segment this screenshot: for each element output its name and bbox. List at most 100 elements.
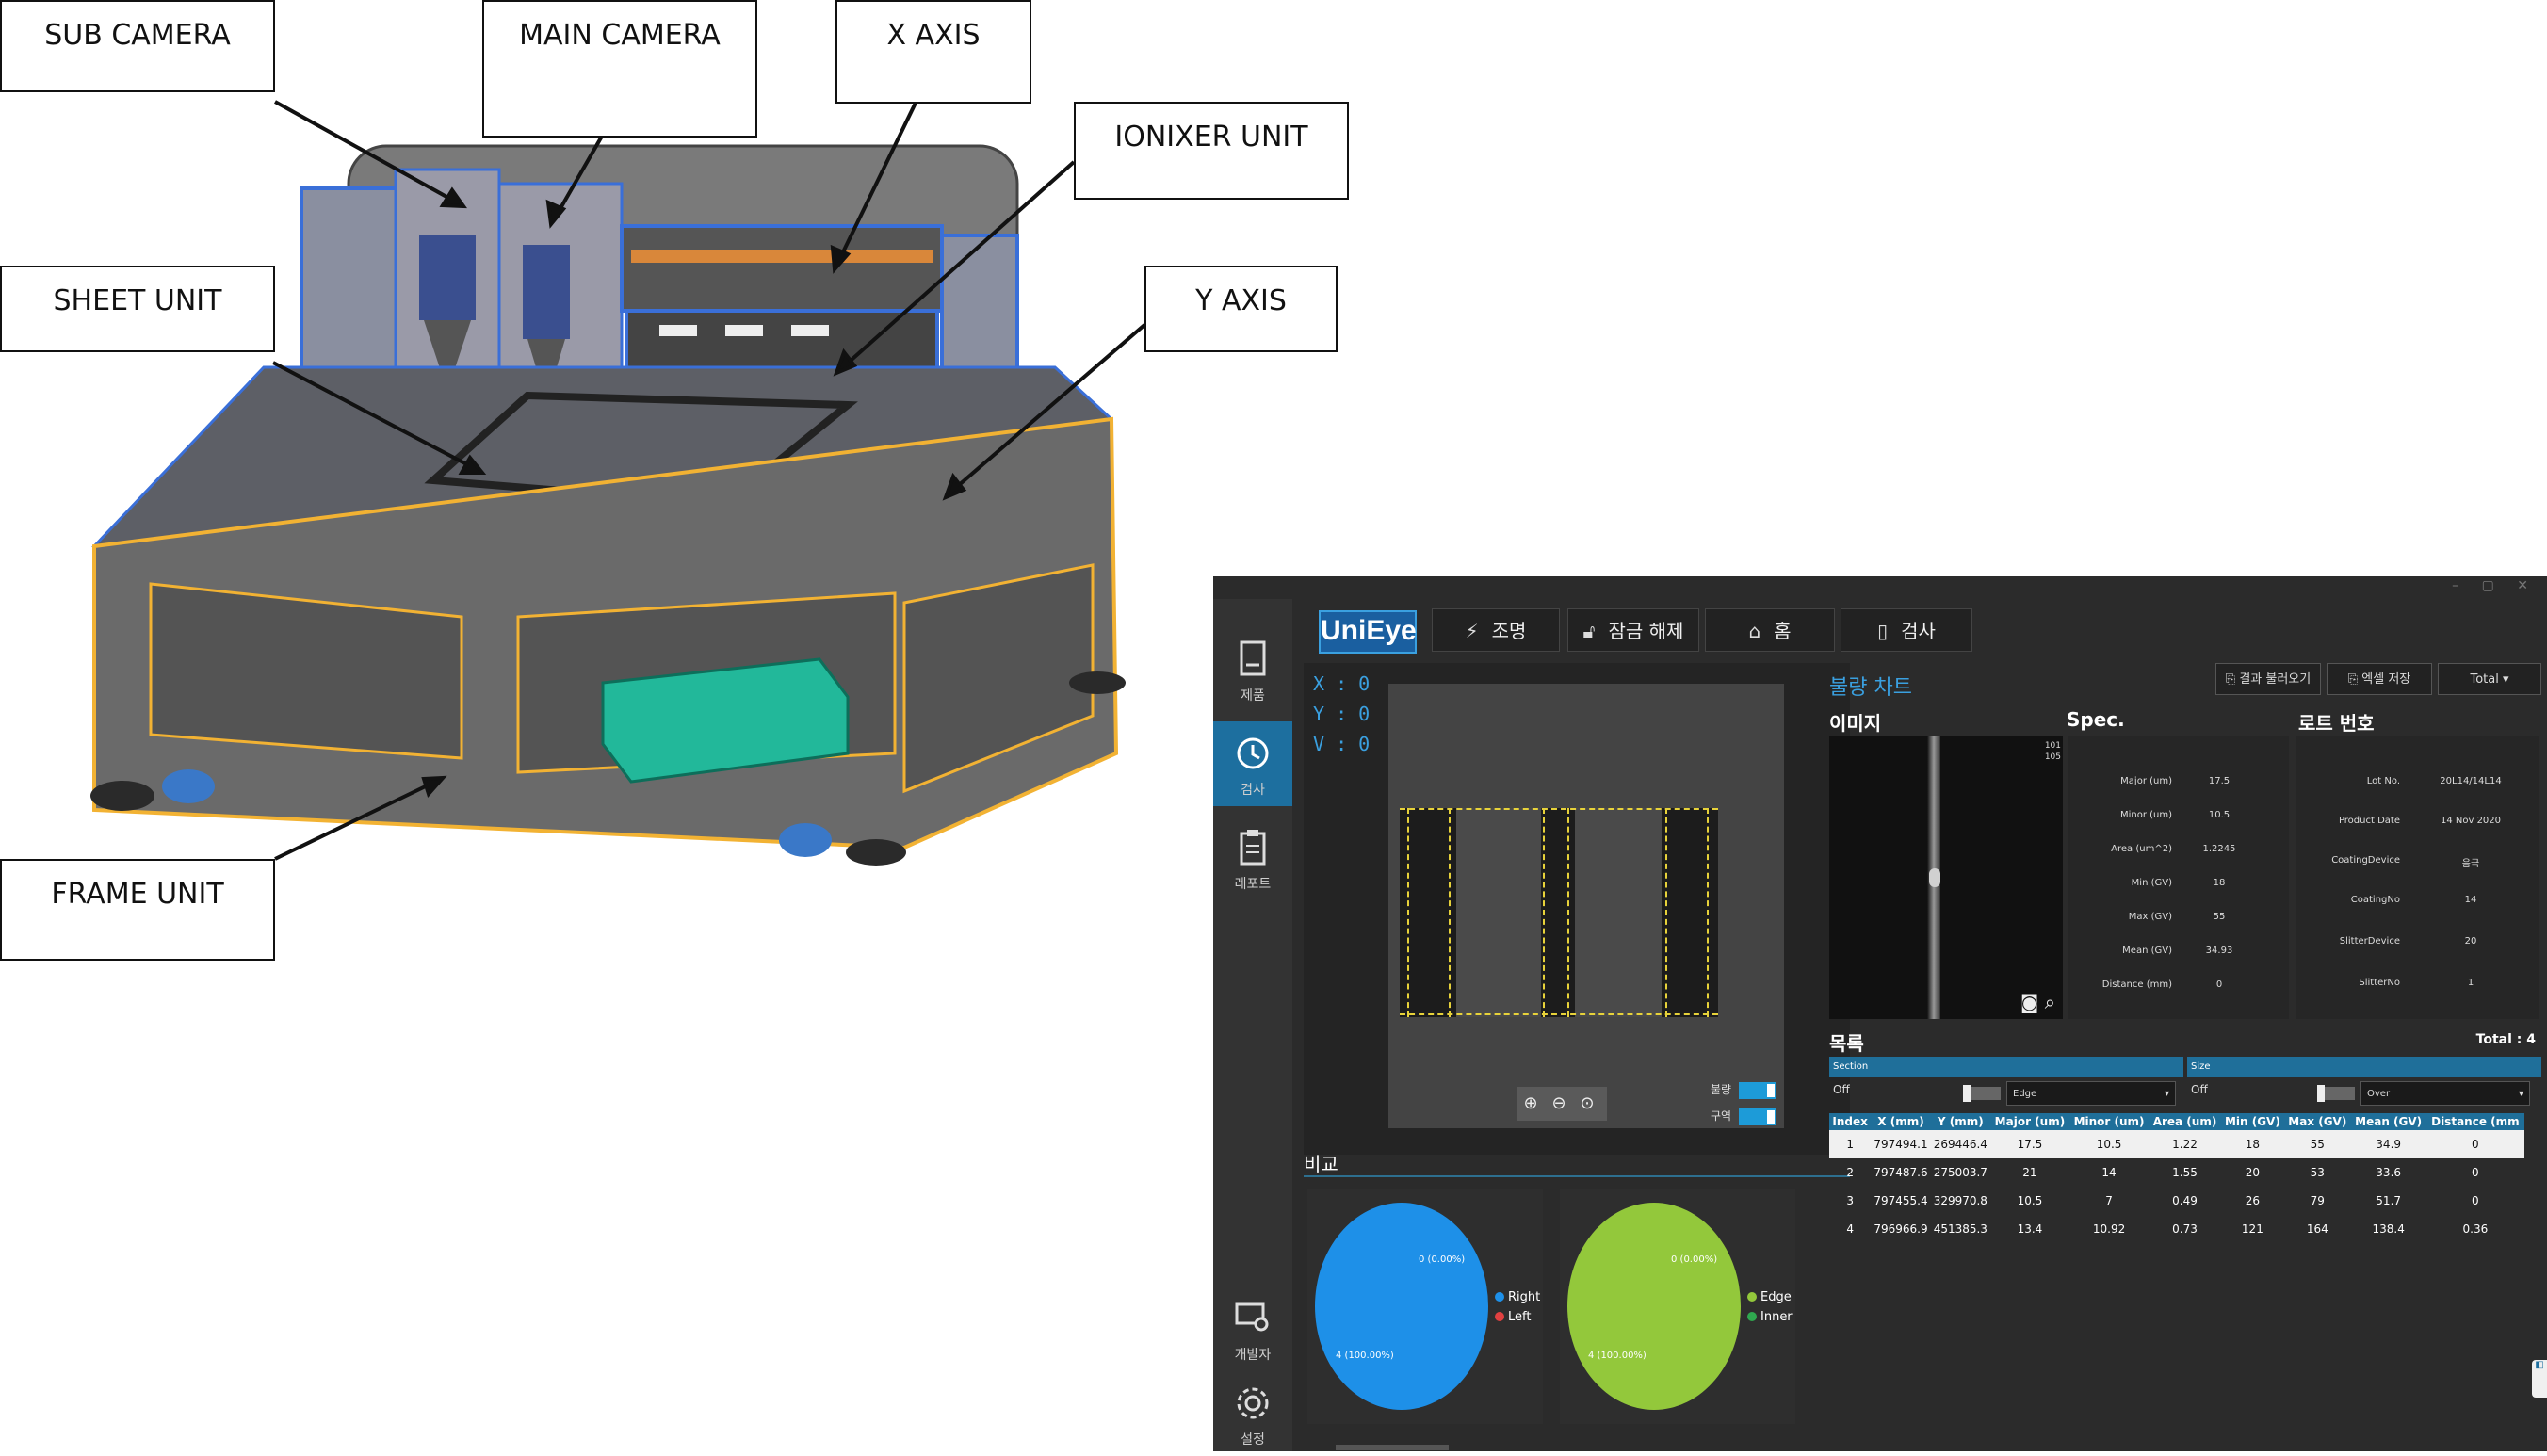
callout-frame-unit: FRAME UNIT (0, 859, 275, 961)
spec-panel: Major (um) 17.5 Minor (um) 10.5 Area (um^2… (2068, 736, 2289, 1019)
callout-y-axis: Y AXIS (1144, 266, 1338, 352)
lot-section-title: 로트 번호 (2298, 712, 2375, 735)
sidebar-item-settings[interactable]: 설정 (1213, 1371, 1292, 1456)
nav-home-button[interactable]: ⌂ 홈 (1705, 608, 1835, 652)
pie-region-slice (1567, 1203, 1741, 1410)
list-total: Total : 4 (2475, 1032, 2536, 1047)
app-logo: UniEye (1319, 610, 1417, 654)
size-filter-header: Size (2187, 1057, 2541, 1077)
defect-image: 101 105 ◙ ⌕ (1829, 736, 2063, 1019)
image-section-title: 이미지 (1829, 712, 1882, 735)
section-filter-select[interactable]: Edge ▾ (2006, 1081, 2176, 1106)
sidebar-item-inspect[interactable]: 검사 (1213, 721, 1292, 806)
col-minor[interactable]: Minor (um) (2068, 1113, 2150, 1130)
col-x[interactable]: X (mm) (1871, 1113, 1931, 1130)
window-titlebar: – ▢ ✕ (1213, 576, 2547, 599)
sidebar-label-report: 레포트 (1234, 877, 1272, 892)
coord-y: Y : 0 (1313, 703, 1371, 725)
zoom-in-icon[interactable]: ⊕ (1517, 1087, 1545, 1121)
list-title: 목록 (1829, 1032, 1864, 1055)
section-filter-slider[interactable] (1963, 1085, 2001, 1102)
load-results-button[interactable]: ⎘ 결과 불러오기 (2215, 663, 2321, 695)
table-row[interactable]: 2 797487.6 275003.7 21 14 1.55 20 53 33.6 0 (1829, 1158, 2524, 1187)
zoom-toolbar: ⊕ ⊖ ⊙ (1517, 1087, 1607, 1121)
pie-side-label-top: 0 (0.00%) (1419, 1254, 1465, 1265)
image-viewer: X : 0 Y : 0 V : 0 ⊕ ⊖ ⊙ 불량 구역 (1304, 663, 1850, 1155)
spec-section-title: Spec. (2067, 708, 2125, 731)
nav-unlock-button[interactable]: 🔓︎ 잠금 해제 (1567, 608, 1699, 652)
lightning-icon: ⚡ (1465, 620, 1479, 642)
image-numbers: 101 105 (2044, 741, 2061, 762)
defect-table: Index X (mm) Y (mm) Major (um) Minor (um… (1829, 1113, 2524, 1243)
callout-main-camera: MAIN CAMERA (482, 0, 757, 138)
nav-lighting-button[interactable]: ⚡ 조명 (1432, 608, 1560, 652)
toggle-region-switch[interactable] (1739, 1108, 1777, 1125)
col-y[interactable]: Y (mm) (1930, 1113, 1990, 1130)
toggle-defect[interactable]: 불량 (1711, 1081, 1777, 1099)
pie-side-label-bottom: 4 (100.00%) (1336, 1351, 1394, 1361)
pie-region-label-bottom: 4 (100.00%) (1588, 1351, 1647, 1361)
excel-save-button[interactable]: ⎘ 엑셀 저장 (2327, 663, 2432, 695)
lock-icon: 🔓︎ (1582, 620, 1596, 642)
sidebar: 제품 검사 레포트 개발자 설정 (1213, 599, 1292, 1451)
sheet-strip-image (1400, 808, 1718, 1017)
compare-title: 비교 (1304, 1153, 1338, 1175)
compare-divider (1304, 1175, 1850, 1177)
sidebar-item-report[interactable]: 레포트 (1213, 816, 1292, 900)
toggle-region[interactable]: 구역 (1711, 1108, 1777, 1125)
col-major[interactable]: Major (um) (1989, 1113, 2069, 1130)
coord-x: X : 0 (1313, 672, 1371, 695)
magnifier-icon[interactable]: ⌕ (2045, 991, 2055, 1013)
nav-inspect-button[interactable]: ▯ 검사 (1841, 608, 1972, 652)
col-distance[interactable]: Distance (mm (2425, 1113, 2524, 1130)
col-area[interactable]: Area (um) (2149, 1113, 2221, 1130)
edge-tab-icon[interactable]: ◧ (2532, 1360, 2547, 1398)
lot-panel: Lot No. 20L14/14L14 Product Date 14 Nov 20… (2296, 736, 2539, 1019)
sidebar-item-product[interactable]: 제품 (1213, 627, 1292, 712)
col-mean[interactable]: Mean (GV) (2350, 1113, 2426, 1130)
horizontal-scrollbar[interactable] (1336, 1445, 1449, 1450)
toggle-defect-switch[interactable] (1739, 1081, 1777, 1099)
total-select[interactable]: Total ▾ (2438, 663, 2541, 695)
sidebar-label-inspect: 검사 (1241, 783, 1265, 798)
table-row[interactable]: 3 797455.4 329970.8 10.5 7 0.49 26 79 51.7 0 (1829, 1187, 2524, 1215)
col-index[interactable]: Index (1829, 1113, 1872, 1130)
coord-v: V : 0 (1313, 733, 1371, 755)
pie-chart-side: 0 (0.00%) 4 (100.00%) Right Left (1307, 1189, 1543, 1424)
pie-region-label-top: 0 (0.00%) (1671, 1254, 1717, 1265)
callout-sheet-unit: SHEET UNIT (0, 266, 275, 352)
zoom-out-icon[interactable]: ⊖ (1545, 1087, 1573, 1121)
sidebar-item-developer[interactable]: 개발자 (1213, 1286, 1292, 1371)
size-filter-state: Off (2191, 1083, 2208, 1096)
unieye-app-window: – ▢ ✕ 제품 검사 레포트 개발자 설정 UniEye ⚡ 조명 🔓︎ 잠금 해… (1213, 576, 2547, 1451)
legend-inner: Inner (1760, 1310, 1793, 1324)
size-filter-slider[interactable] (2317, 1085, 2355, 1102)
legend-right: Right (1508, 1290, 1540, 1304)
callout-sub-camera: SUB CAMERA (0, 0, 275, 92)
col-min[interactable]: Min (GV) (2220, 1113, 2284, 1130)
table-row[interactable]: 4 796966.9 451385.3 13.4 10.92 0.73 121 164 138.… (1829, 1215, 2524, 1243)
pie-side-slice (1315, 1203, 1488, 1410)
clipboard-icon (1240, 830, 1266, 866)
machine-drawing: SUB CAMERA MAIN CAMERA X AXIS IONIXER UN… (0, 0, 1356, 1451)
callout-ionixer-unit: IONIXER UNIT (1074, 102, 1349, 200)
gear-icon (1237, 1387, 1269, 1419)
zoom-fit-icon[interactable]: ⊙ (1573, 1087, 1601, 1121)
defect-chart-title: 불량 차트 (1829, 676, 1912, 700)
inspection-canvas[interactable]: ⊕ ⊖ ⊙ (1388, 684, 1784, 1128)
section-filter-state: Off (1833, 1083, 1850, 1096)
table-row[interactable]: 1 797494.1 269446.4 17.5 10.5 1.22 18 55 34.9 0 (1829, 1130, 2524, 1158)
section-filter-header: Section (1829, 1057, 2183, 1077)
legend-left: Left (1508, 1310, 1531, 1324)
camera-icon[interactable]: ◙ (2020, 991, 2038, 1013)
developer-icon (1235, 1302, 1269, 1332)
col-max[interactable]: Max (GV) (2283, 1113, 2351, 1130)
pie-chart-region: 0 (0.00%) 4 (100.00%) Edge Inner (1560, 1189, 1795, 1424)
legend-edge: Edge (1760, 1290, 1792, 1304)
tablet-icon: ▯ (1877, 620, 1889, 642)
sidebar-label-settings: 설정 (1241, 1432, 1265, 1448)
size-filter-select[interactable]: Over ▾ (2360, 1081, 2530, 1106)
book-icon (1240, 640, 1266, 676)
window-controls[interactable]: – ▢ ✕ (2452, 578, 2538, 593)
home-icon: ⌂ (1748, 620, 1761, 642)
